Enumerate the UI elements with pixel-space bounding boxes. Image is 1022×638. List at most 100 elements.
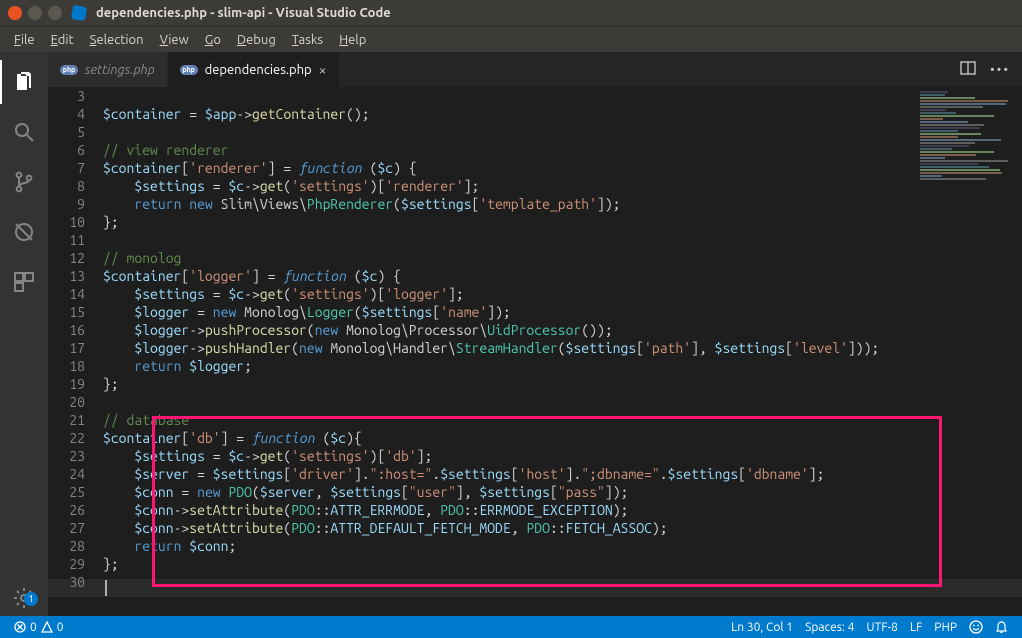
php-file-icon: php	[60, 65, 78, 75]
code-line[interactable]	[103, 573, 1022, 591]
menu-bar: FileEditSelectionViewGoDebugTasksHelp	[0, 26, 1022, 52]
window-close-button[interactable]	[8, 6, 22, 20]
menu-go[interactable]: Go	[197, 30, 229, 50]
menu-tasks[interactable]: Tasks	[284, 30, 331, 50]
activity-bar: 1	[0, 52, 48, 616]
status-feedback[interactable]	[963, 620, 989, 634]
menu-debug[interactable]: Debug	[229, 30, 284, 50]
activity-settings[interactable]: 1	[0, 586, 48, 610]
code-line[interactable]: };	[103, 213, 1022, 231]
status-errors[interactable]: 0 0	[8, 621, 70, 634]
line-number: 8	[48, 177, 85, 195]
code-line[interactable]: $conn->setAttribute(PDO::ATTR_ERRMODE, P…	[103, 501, 1022, 519]
code-line[interactable]: return $logger;	[103, 357, 1022, 375]
status-encoding[interactable]: UTF-8	[860, 621, 903, 634]
line-number: 9	[48, 195, 85, 213]
line-number: 4	[48, 105, 85, 123]
code-line[interactable]: $conn = new PDO($server, $settings["user…	[103, 483, 1022, 501]
code-line[interactable]: $settings = $c->get('settings')['rendere…	[103, 177, 1022, 195]
status-eol[interactable]: LF	[904, 621, 928, 634]
code-line[interactable]: $container = $app->getContainer();	[103, 105, 1022, 123]
warning-icon	[41, 621, 53, 633]
bug-icon	[12, 220, 36, 244]
status-errors-count: 0	[30, 621, 37, 634]
code-line[interactable]: };	[103, 555, 1022, 573]
status-bar: 0 0 Ln 30, Col 1 Spaces: 4 UTF-8 LF PHP	[0, 616, 1022, 638]
search-icon	[12, 120, 36, 144]
window-minimize-button[interactable]	[28, 6, 42, 20]
activity-source-control[interactable]	[0, 160, 48, 204]
line-number: 16	[48, 321, 85, 339]
split-editor-icon[interactable]	[960, 60, 976, 79]
line-number: 15	[48, 303, 85, 321]
activity-search[interactable]	[0, 110, 48, 154]
line-number: 22	[48, 429, 85, 447]
app-icon	[71, 5, 87, 21]
line-number: 21	[48, 411, 85, 429]
code-line[interactable]: $container['renderer'] = function ($c) {	[103, 159, 1022, 177]
window-title: dependencies.php - slim-api - Visual Stu…	[96, 6, 391, 20]
code-line[interactable]	[103, 231, 1022, 249]
code-line[interactable]: $server = $settings['driver'].":host=".$…	[103, 465, 1022, 483]
code-line[interactable]: $container['db'] = function ($c){	[103, 429, 1022, 447]
window-maximize-button[interactable]	[48, 6, 62, 20]
editor-body[interactable]: 3456789101112131415161718192021222324252…	[48, 87, 1022, 616]
more-actions-icon[interactable]: •••	[990, 63, 1010, 77]
line-number: 14	[48, 285, 85, 303]
line-number: 30	[48, 573, 85, 591]
line-number: 13	[48, 267, 85, 285]
code-line[interactable]: // view renderer	[103, 141, 1022, 159]
code-content[interactable]: $container = $app->getContainer(); // vie…	[103, 87, 1022, 591]
code-line[interactable]: $logger->pushHandler(new Monolog\Handler…	[103, 339, 1022, 357]
code-line[interactable]	[103, 393, 1022, 411]
activity-explorer[interactable]	[0, 60, 48, 104]
line-number: 26	[48, 501, 85, 519]
status-cursor-position[interactable]: Ln 30, Col 1	[725, 621, 799, 634]
line-number: 20	[48, 393, 85, 411]
status-notifications[interactable]	[989, 621, 1014, 634]
line-number: 27	[48, 519, 85, 537]
line-number: 23	[48, 447, 85, 465]
tab-label: dependencies.php	[205, 63, 312, 77]
smiley-icon	[969, 620, 983, 634]
code-line[interactable]: $settings = $c->get('settings')['logger'…	[103, 285, 1022, 303]
code-line[interactable]: return new Slim\Views\PhpRenderer($setti…	[103, 195, 1022, 213]
tab-bar: phpsettings.phpphpdependencies.php× •••	[48, 52, 1022, 87]
code-line[interactable]	[103, 87, 1022, 105]
line-number: 24	[48, 465, 85, 483]
code-line[interactable]: $logger->pushProcessor(new Monolog\Proce…	[103, 321, 1022, 339]
php-file-icon: php	[180, 65, 198, 75]
code-line[interactable]: // monolog	[103, 249, 1022, 267]
menu-file[interactable]: File	[6, 30, 43, 50]
editor-area: phpsettings.phpphpdependencies.php× ••• …	[48, 52, 1022, 616]
code-line[interactable]: $container['logger'] = function ($c) {	[103, 267, 1022, 285]
line-number: 12	[48, 249, 85, 267]
tab-close-icon[interactable]: ×	[319, 62, 327, 78]
menu-view[interactable]: View	[152, 30, 197, 50]
code-line[interactable]: $conn->setAttribute(PDO::ATTR_DEFAULT_FE…	[103, 519, 1022, 537]
tab-settings-php[interactable]: phpsettings.php	[48, 52, 168, 87]
menu-help[interactable]: Help	[331, 30, 374, 50]
tab-dependencies-php[interactable]: php dependencies.php ×	[168, 52, 340, 87]
status-indentation[interactable]: Spaces: 4	[799, 621, 860, 634]
line-number: 18	[48, 357, 85, 375]
code-line[interactable]: $logger = new Monolog\Logger($settings['…	[103, 303, 1022, 321]
menu-selection[interactable]: Selection	[82, 30, 152, 50]
status-language[interactable]: PHP	[928, 621, 963, 634]
line-number: 6	[48, 141, 85, 159]
code-line[interactable]: $settings = $c->get('settings')['db'];	[103, 447, 1022, 465]
code-line[interactable]: return $conn;	[103, 537, 1022, 555]
activity-debug[interactable]	[0, 210, 48, 254]
window-titlebar: dependencies.php - slim-api - Visual Stu…	[0, 0, 1022, 26]
line-number: 28	[48, 537, 85, 555]
line-number: 5	[48, 123, 85, 141]
code-line[interactable]: };	[103, 375, 1022, 393]
error-icon	[14, 621, 26, 633]
activity-extensions[interactable]	[0, 260, 48, 304]
menu-edit[interactable]: Edit	[43, 30, 82, 50]
line-number: 25	[48, 483, 85, 501]
code-line[interactable]	[103, 123, 1022, 141]
line-number: 19	[48, 375, 85, 393]
code-line[interactable]: // database	[103, 411, 1022, 429]
bell-icon	[995, 621, 1008, 634]
